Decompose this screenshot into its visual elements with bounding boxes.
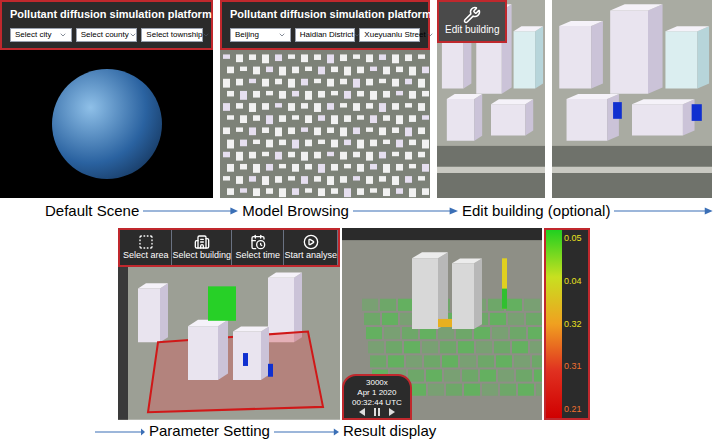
tool-button[interactable]: Select building [172, 230, 232, 265]
chevron-icon [129, 31, 137, 39]
platform-title: Pollutant diffusion simulation platform [230, 8, 420, 22]
tool-icon [194, 234, 210, 250]
edit-building-panel: Edit building [437, 0, 545, 198]
building [188, 320, 228, 380]
tool-button[interactable]: Start analyse [284, 230, 338, 265]
new-building [613, 102, 622, 119]
step-caption: Result display [343, 420, 436, 443]
chevron-icon [202, 31, 210, 39]
globe-icon [52, 69, 162, 179]
header-zoom: Pollutant diffusion simulation platform S… [0, 0, 213, 50]
flow-arrow-icon [353, 206, 458, 216]
edit-building-button[interactable]: Edit building [437, 0, 507, 43]
edited-building-panel [552, 0, 712, 198]
chevron-icon [59, 31, 67, 39]
building [632, 99, 695, 135]
step-caption: Parameter Setting [149, 420, 270, 443]
result-display-panel: 3000xApr 1 202000:32:44 UTC [342, 228, 542, 420]
legend-value: 0.05 [564, 234, 588, 243]
bottom-captions: Parameter Setting Result display [0, 420, 713, 443]
chevron-icon [426, 31, 434, 39]
building [559, 21, 603, 89]
legend-value: 0.32 [564, 320, 588, 329]
tool-icon [303, 234, 319, 250]
selected-building [208, 287, 236, 321]
tool-icon [250, 234, 266, 250]
header-zoom: Pollutant diffusion simulation platform B… [220, 0, 430, 50]
wrench-icon [463, 6, 481, 24]
region-select[interactable]: Xueyuanlu Street [359, 28, 420, 42]
building [491, 99, 533, 135]
chevron-icon [278, 31, 286, 39]
top-row: Pollutant diffusion simulation platform S… [0, 0, 713, 198]
flow-arrow-icon [95, 427, 145, 437]
region-select[interactable]: Beijing [230, 28, 291, 42]
region-select[interactable]: Haidian District [295, 28, 356, 42]
legend-zoom: 0.05 0.04 0.32 0.31 0.21 [544, 228, 590, 420]
building [412, 252, 448, 329]
building [452, 259, 482, 330]
flow-arrow-icon [614, 206, 713, 216]
step-caption: Model Browsing [242, 200, 349, 223]
step-caption: Default Scene [45, 200, 139, 223]
building [567, 94, 619, 141]
region-select[interactable]: Select city [10, 28, 72, 42]
building [610, 4, 662, 94]
parameter-setting-panel: Select areaSelect buildingSelect timeSta… [118, 228, 340, 420]
flow-arrow-icon [143, 206, 238, 216]
bottom-row: Select areaSelect buildingSelect timeSta… [0, 228, 713, 420]
step-caption: Edit building (optional) [462, 200, 610, 223]
tool-icon [138, 234, 154, 250]
parameter-scene-icon [118, 267, 340, 420]
tool-button[interactable]: Select time [232, 230, 284, 265]
time-widget: 3000xApr 1 202000:32:44 UTC [342, 374, 412, 420]
selected-area [148, 332, 323, 413]
legend-value: 0.04 [564, 277, 588, 286]
region-select[interactable]: Select county [76, 28, 138, 42]
workflow-figure: Pollutant diffusion simulation platform S… [0, 0, 713, 443]
tool-bar-zoom: Select areaSelect buildingSelect timeSta… [118, 228, 340, 267]
playback-controls-icon[interactable] [359, 408, 395, 416]
region-select[interactable]: Select township [141, 28, 203, 42]
building-scene-icon [552, 0, 712, 198]
top-captions: Default Scene Model Browsing Edit building… [0, 198, 713, 224]
building [233, 327, 269, 381]
color-bar [546, 230, 562, 418]
default-scene-panel: Pollutant diffusion simulation platform S… [0, 0, 213, 198]
tool-button[interactable]: Select area [120, 230, 172, 265]
legend-value: 0.31 [564, 362, 588, 371]
model-browsing-panel: Pollutant diffusion simulation platform B… [220, 0, 430, 198]
legend-value: 0.21 [564, 405, 588, 414]
building [514, 26, 543, 88]
city-scene-icon [220, 50, 430, 198]
building [138, 284, 168, 343]
platform-title: Pollutant diffusion simulation platform [10, 8, 203, 22]
new-building [692, 104, 702, 121]
building [665, 26, 709, 88]
flow-arrow-icon [274, 427, 339, 437]
building [447, 94, 482, 141]
globe-view [0, 50, 213, 198]
